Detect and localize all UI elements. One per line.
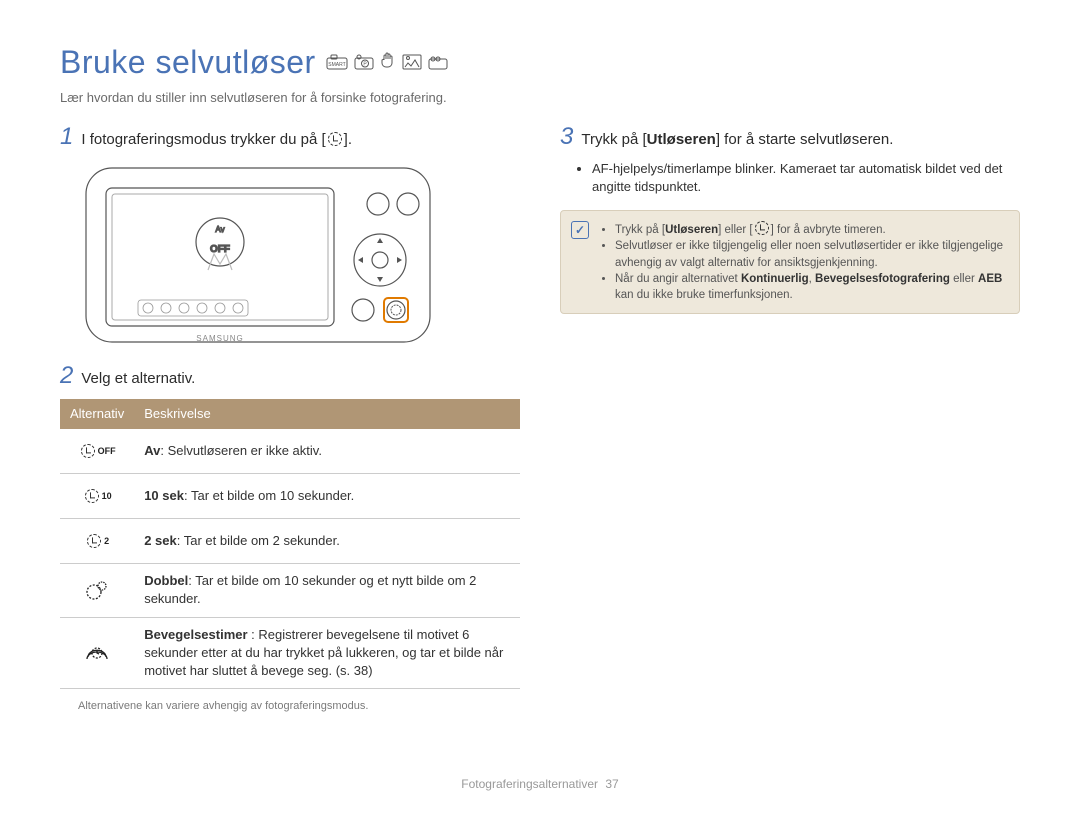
section-name: Fotograferingsalternativer [461,777,598,791]
camera-smart-icon: SMART [326,52,348,77]
screen-mode-label: Av [215,225,224,234]
timer-icon [755,221,769,235]
step-number: 3 [560,125,573,149]
step-1: 1 I fotograferingsmodus trykker du på []… [60,125,520,150]
timer-double-icon [70,576,124,604]
timer-icon [328,132,342,146]
screen-state-label: OFF [210,244,230,255]
camera-p-icon: P [354,52,374,77]
left-column: 1 I fotograferingsmodus trykker du på []… [60,125,520,715]
mode-icons-row: SMART P [326,52,448,77]
note-item: Selvutløser er ikke tilgjengelig eller n… [615,238,1007,270]
table-cell: Bevegelsestimer : Registrerer bevegelsen… [134,617,520,689]
table-header-alternativ: Alternativ [60,399,134,429]
table-row: Dobbel: Tar et bilde om 10 sekunder og e… [60,564,520,617]
table-footnote: Alternativene kan variere avhengig av fo… [78,699,520,714]
note-item: Trykk på [Utløseren] eller [] for å avbr… [615,221,1007,238]
timer-2-icon: 2 [70,527,124,555]
timer-off-icon: OFF [70,437,124,465]
step-3-bullets: AF-hjelpelys/timerlampe blinker. Kamerae… [592,160,1020,196]
page-footer: Fotograferingsalternativer 37 [0,776,1080,793]
info-icon: ✓ [571,221,589,239]
table-row: 2 2 sek: Tar et bilde om 2 sekunder. [60,519,520,564]
camera-brand-label: SAMSUNG [196,334,243,343]
info-note: ✓ Trykk på [Utløseren] eller [] for å av… [560,210,1020,313]
step-3: 3 Trykk på [Utløseren] for å starte selv… [560,125,1020,150]
title-row: Bruke selvutløser SMART P [60,40,1020,85]
step-text: Velg et alternativ. [81,364,195,389]
page-number: 37 [605,777,618,791]
table-row: Bevegelsestimer : Registrerer bevegelsen… [60,617,520,689]
table-header-beskrivelse: Beskrivelse [134,399,520,429]
step-number: 1 [60,125,73,149]
page-title: Bruke selvutløser [60,40,316,85]
right-column: 3 Trykk på [Utløseren] for å starte selv… [560,125,1020,715]
note-item: Når du angir alternativet Kontinuerlig, … [615,271,1007,303]
timer-motion-icon [70,639,124,667]
table-cell: 2 sek: Tar et bilde om 2 sekunder. [134,519,520,564]
svg-text:SMART: SMART [328,62,345,68]
table-row: 10 10 sek: Tar et bilde om 10 sekunder. [60,474,520,519]
video-icon [428,52,448,77]
manual-page: Bruke selvutløser SMART P Lær hvordan du… [0,0,1080,815]
timer-10-icon: 10 [70,482,124,510]
step-text: Trykk på [Utløseren] for å starte selvut… [581,125,893,150]
page-subtitle: Lær hvordan du stiller inn selvutløseren… [60,89,1020,107]
step-number: 2 [60,364,73,388]
step-2: 2 Velg et alternativ. [60,364,520,389]
step-text: I fotograferingsmodus trykker du på []. [81,125,352,150]
table-row: OFF Av: Selvutløseren er ikke aktiv. [60,429,520,474]
hand-icon [380,52,396,77]
camera-illustration: Av OFF SAMSUNG [78,160,520,350]
options-table: Alternativ Beskrivelse OFF Av: Selvutløs… [60,399,520,689]
list-item: AF-hjelpelys/timerlampe blinker. Kamerae… [592,160,1020,196]
table-cell: 10 sek: Tar et bilde om 10 sekunder. [134,474,520,519]
table-cell: Av: Selvutløseren er ikke aktiv. [134,429,520,474]
table-cell: Dobbel: Tar et bilde om 10 sekunder og e… [134,564,520,617]
scene-icon [402,52,422,77]
